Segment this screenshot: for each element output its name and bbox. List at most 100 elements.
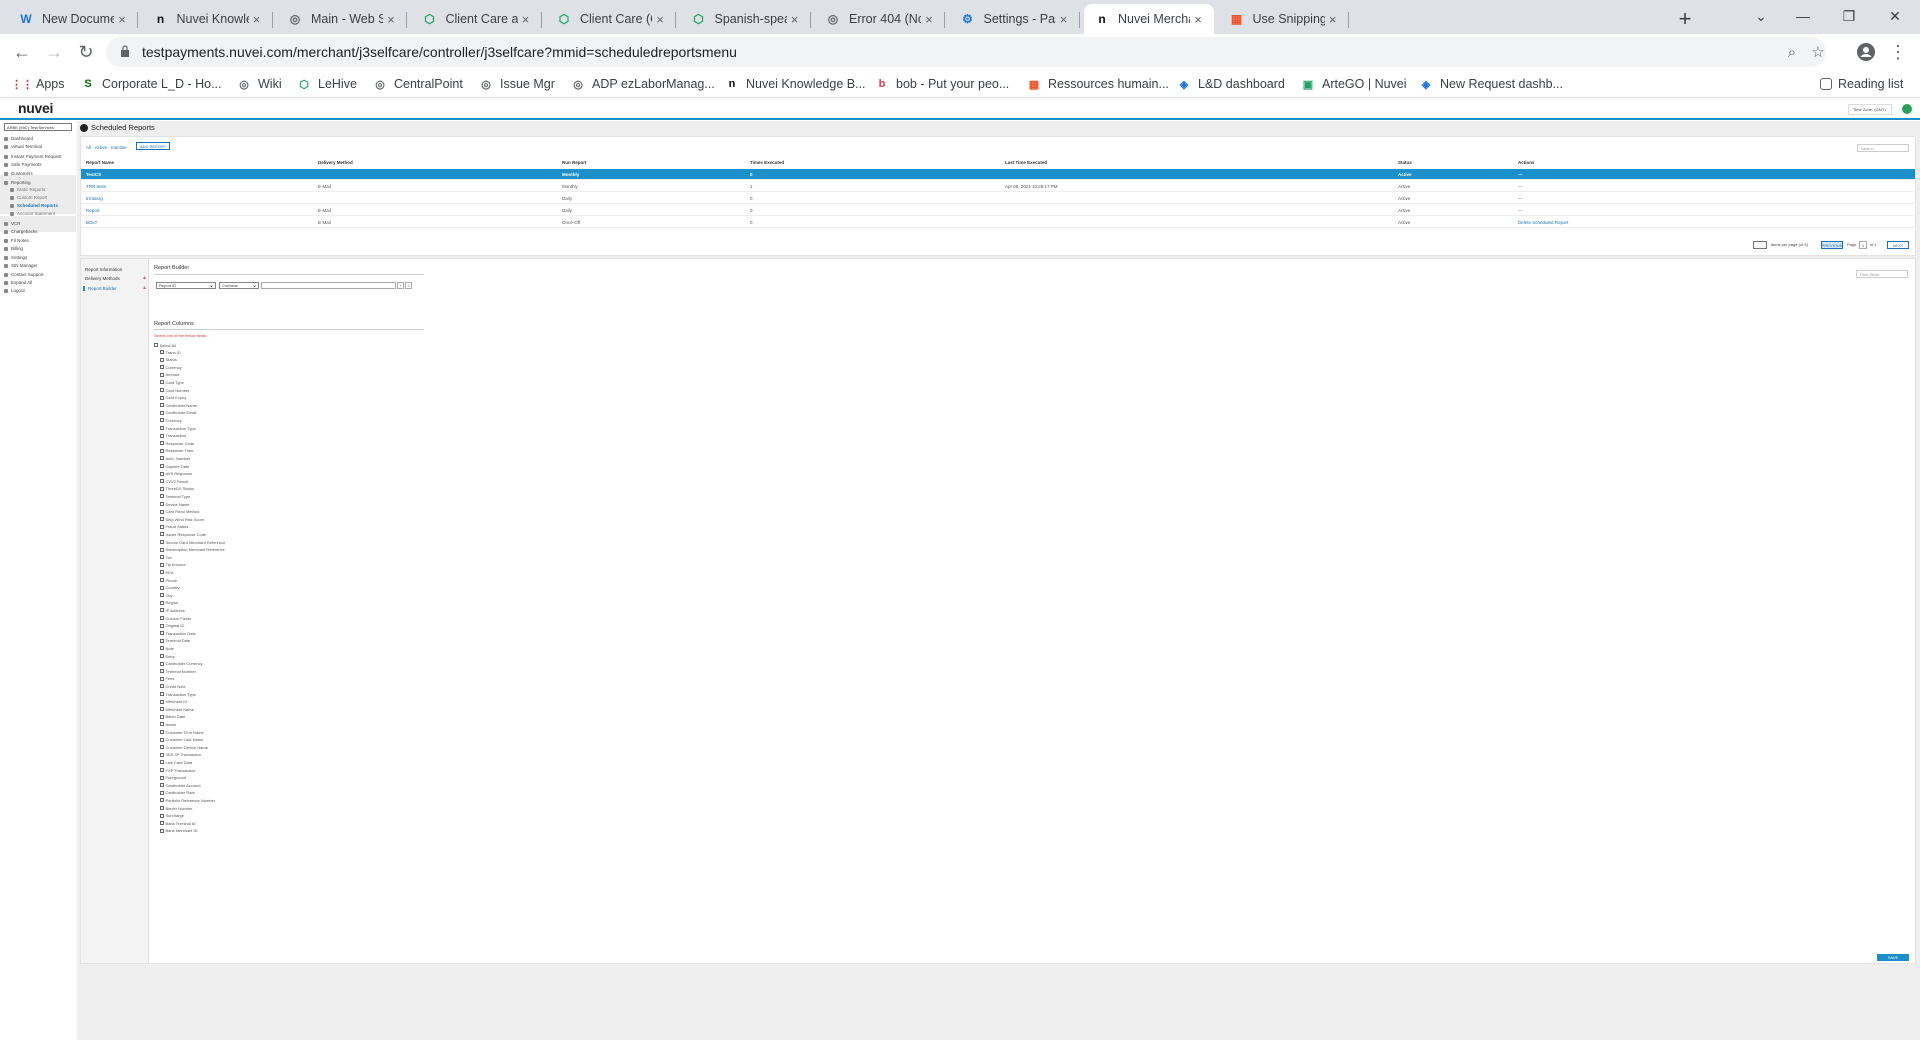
forward-icon[interactable]: → [40,38,68,66]
bookmark-item[interactable]: ◎ Issue Mgr [478,74,555,94]
sidebar-item-label: SIN Manager [11,263,38,268]
bookmark-item[interactable]: ▦ Ressources humain... [1026,74,1169,94]
filter-fields-input[interactable]: Filter fields [1856,270,1908,278]
tab-5[interactable]: ⬡ Client Care (CA-US× [546,4,676,34]
minimize-button[interactable]: — [1780,0,1826,32]
close-icon[interactable]: × [383,11,399,27]
avatar[interactable] [1902,104,1912,114]
checkbox-icon [160,745,164,750]
add-filter-button[interactable]: + [397,282,404,289]
bookmark-item[interactable]: ▣ ArteGO | Nuvei [1300,74,1407,94]
bookmark-item[interactable]: n Nuvei Knowledge B... [724,74,866,94]
checkbox-icon [160,448,164,453]
field-select[interactable]: Report ID ⌄ [156,282,216,289]
bookmark-item[interactable]: ◎ ADP ezLaborManag... [570,74,715,94]
table-cell-name[interactable]: trrntasrg [86,196,103,201]
table-row[interactable]: TRN tests E-Mail Monthly 1 Apr 08, 2021 10:2… [81,181,1915,192]
bookmark-item[interactable]: b bob - Put your peo... [874,74,1010,94]
filter-value-input[interactable] [261,282,396,289]
checkbox-icon [160,654,164,658]
wizard-step[interactable]: Report Builder [83,286,117,291]
reload-icon[interactable]: ↻ [72,38,100,66]
tab-6[interactable]: ⬡ Spanish-speaking f× [681,4,811,34]
table-cell-name[interactable]: BOLT [86,220,97,225]
menu-kebab-icon[interactable]: ⋮ [1884,38,1912,66]
sidebar-item[interactable]: Logout [4,286,74,295]
close-icon[interactable]: × [921,11,937,27]
tab-7[interactable]: ◎ Error 404 (Not Fou× [815,4,945,34]
globe-icon: ◎ [375,78,385,91]
checkbox-label: Country [165,585,180,591]
save-button[interactable]: SAVE [1877,954,1909,961]
address-bar[interactable]: testpayments.nuvei.com/merchant/j3selfca… [106,37,1826,67]
checkbox-icon [160,555,164,560]
tab-9[interactable]: n Nuvei Merchant Sy× [1084,4,1214,34]
page-number-input[interactable]: 1 [1859,241,1867,249]
tab-10[interactable]: ▦ Use Snipping Tool t× [1219,4,1349,34]
bookmark-item[interactable]: S Corporate L_D - Ho... [80,74,221,94]
back-icon[interactable]: ← [8,38,36,66]
next-page-button[interactable]: NEXT [1887,241,1909,249]
operator-select[interactable]: Contains ⌄ [219,282,259,289]
bookmark-item[interactable]: ◈ L&D dashboard [1176,74,1285,94]
remove-filter-button[interactable]: × [405,282,412,289]
chevron-down-icon: ⌄ [251,283,257,289]
timezone-selector[interactable]: Time Zone: (GMT) [1848,104,1892,115]
table-cell-name[interactable]: Report [86,208,100,213]
close-icon[interactable]: × [114,11,130,27]
table-row[interactable]: TestCS Monthly 0 Active — [81,169,1915,180]
status-filter-tabs[interactable]: All · Active · Inactive [86,145,127,150]
close-icon[interactable]: × [249,11,265,27]
sidebar-item[interactable]: Billing [4,244,74,253]
close-icon[interactable]: × [652,11,668,27]
per-page-select[interactable] [1753,241,1767,249]
search-input[interactable]: Search [1857,144,1909,152]
table-cell-name[interactable]: TestCS [86,172,101,177]
bookmark-item[interactable]: ⬡ LeHive [296,74,357,94]
sidebar-item[interactable]: Virtual Terminal [4,142,74,151]
sidebar-item[interactable]: Customers [4,169,74,178]
sidebar-item[interactable]: Chargebacks [4,227,74,236]
sidebar-item[interactable]: SIN Manager [4,261,74,270]
sidebar-item[interactable]: Account Statement [10,209,74,218]
column-header: Status [1398,160,1412,165]
checkbox-icon [160,471,164,476]
new-tab-button[interactable]: + [1671,5,1699,33]
column-checkbox[interactable]: Bank Merchant ID [160,827,198,835]
table-row[interactable]: Report E-Mail Daily 0 Active — [81,205,1915,216]
sidebar-item[interactable]: Safe Payments [4,160,74,169]
table-row[interactable]: trrntasrg Daily 0 Active — [81,193,1915,204]
reading-list-button[interactable]: Reading list [1820,74,1903,94]
close-icon[interactable]: × [518,11,534,27]
add-report-button[interactable]: ADD REPORT [136,142,170,150]
close-icon[interactable]: × [1056,11,1072,27]
close-icon[interactable]: × [787,11,803,27]
wizard-step[interactable]: Report Information [85,267,122,272]
tab-8[interactable]: ⚙ Settings - Passwor× [950,4,1080,34]
account-select[interactable]: ARBE (MIC) Test/Services [4,123,72,131]
close-icon[interactable]: × [1325,11,1341,27]
close-window-button[interactable]: ✕ [1872,0,1918,32]
table-row[interactable]: BOLT E-Mail Once-Off 0 Active Delete Schedule… [81,217,1915,228]
wizard-step[interactable]: Delivery Methods [85,276,120,281]
tab-3[interactable]: ◎ Main - Web Site Co× [277,4,407,34]
bookmark-star-icon[interactable]: ☆ [1808,42,1828,62]
bookmark-item[interactable]: ◎ Wiki [236,74,281,94]
tab-4[interactable]: ⬡ Client Care and Tec× [412,4,542,34]
bookmark-item[interactable]: ◎ CentralPoint [372,74,463,94]
zoom-icon[interactable]: ⌕ [1782,42,1802,62]
table-cell-name[interactable]: TRN tests [86,184,106,189]
checkbox-label: Cardholder Email [165,410,197,416]
tab-1[interactable]: W New Document - B× [8,4,138,34]
tab-search-icon[interactable]: ⌄ [1738,0,1784,32]
bookmark-item[interactable]: ⋮⋮ Apps [11,74,65,94]
restore-button[interactable]: ❐ [1826,0,1872,32]
tab-2[interactable]: n Nuvei Knowledge B× [143,4,273,34]
checkbox-icon [160,828,164,833]
menu-icon [4,136,8,141]
previous-page-button[interactable]: PREVIOUS [1821,241,1843,249]
profile-icon[interactable] [1852,38,1880,66]
bookmark-item[interactable]: ◈ New Request dashb... [1418,74,1563,94]
close-icon[interactable]: × [1190,11,1206,27]
table-cell-actions[interactable]: Delete Scheduled Report [1518,220,1568,225]
